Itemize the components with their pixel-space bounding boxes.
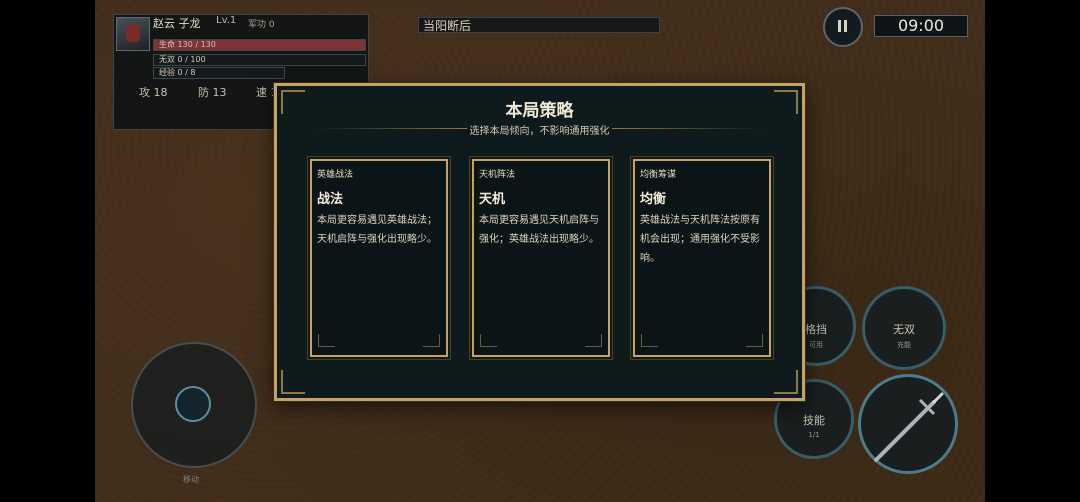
card-name: 天机: [479, 192, 506, 207]
player-name: 赵云 子龙: [153, 17, 201, 30]
stage-name: 当阳断后: [423, 19, 472, 33]
sword-icon: [874, 392, 944, 462]
card-ornament: [641, 334, 658, 347]
strategy-card-formation[interactable]: 天机阵法 天机 本局更容易遇见天机启阵与强化；英雄战法出现略少。: [469, 156, 613, 360]
card-ornament: [423, 334, 440, 347]
card-tag: 均衡筹谋: [640, 170, 677, 180]
card-ornament: [746, 334, 763, 347]
card-ornament: [318, 334, 335, 347]
frame-corner-ornament: [774, 370, 798, 394]
pause-button[interactable]: [823, 7, 863, 47]
musou-label: 无双: [893, 323, 915, 336]
card-description: 本局更容易遇见英雄战法；天机启阵与强化出现略少。: [317, 215, 437, 245]
dialog-subtitle: 选择本局倾向，不影响通用强化: [469, 126, 610, 137]
exp-text: 经验 0 / 8: [159, 68, 196, 77]
joystick-knob[interactable]: [175, 386, 211, 422]
card-description: 本局更容易遇见天机启阵与强化；英雄战法出现略少。: [479, 215, 599, 245]
battle-timer: 09:00: [874, 15, 968, 37]
skill-label: 技能: [803, 414, 825, 427]
card-tag: 英雄战法: [317, 170, 354, 180]
hp-bar: 生命 130 / 130: [153, 39, 366, 51]
musou-status: 充能: [897, 341, 911, 349]
hero-portrait: [116, 17, 150, 51]
musou-text: 无双 0 / 100: [159, 55, 206, 64]
stat-defense: 防 13: [198, 86, 227, 99]
card-tag: 天机阵法: [479, 170, 516, 180]
strategy-card-balanced[interactable]: 均衡筹谋 均衡 英雄战法与天机阵法按原有机会出现；通用强化不受影响。: [630, 156, 774, 360]
strategy-card-hero-tactics[interactable]: 英雄战法 战法 本局更容易遇见英雄战法；天机启阵与强化出现略少。: [307, 156, 451, 360]
exp-bar: 经验 0 / 8: [153, 67, 285, 79]
card-description: 英雄战法与天机阵法按原有机会出现；通用强化不受影响。: [640, 215, 760, 264]
joystick-label: 移动: [183, 475, 199, 484]
musou-button[interactable]: 无双 充能: [862, 286, 946, 370]
card-name: 均衡: [640, 192, 667, 207]
skill-charges: 1/1: [808, 431, 820, 439]
musou-bar: 无双 0 / 100: [153, 54, 366, 66]
dialog-title: 本局策略: [505, 101, 574, 121]
stat-attack: 攻 18: [139, 86, 168, 99]
player-merit: 军功 0: [248, 20, 275, 30]
card-ornament: [585, 334, 602, 347]
player-level: Lv.1: [216, 15, 237, 26]
hp-text: 生命 130 / 130: [159, 40, 216, 49]
strategy-dialog: 本局策略 选择本局倾向，不影响通用强化 英雄战法 战法 本局更容易遇见英雄战法；…: [274, 83, 805, 401]
card-ornament: [480, 334, 497, 347]
frame-corner-ornament: [281, 370, 305, 394]
card-name: 战法: [317, 192, 344, 207]
stage-name-bar: 当阳断后: [418, 17, 660, 33]
